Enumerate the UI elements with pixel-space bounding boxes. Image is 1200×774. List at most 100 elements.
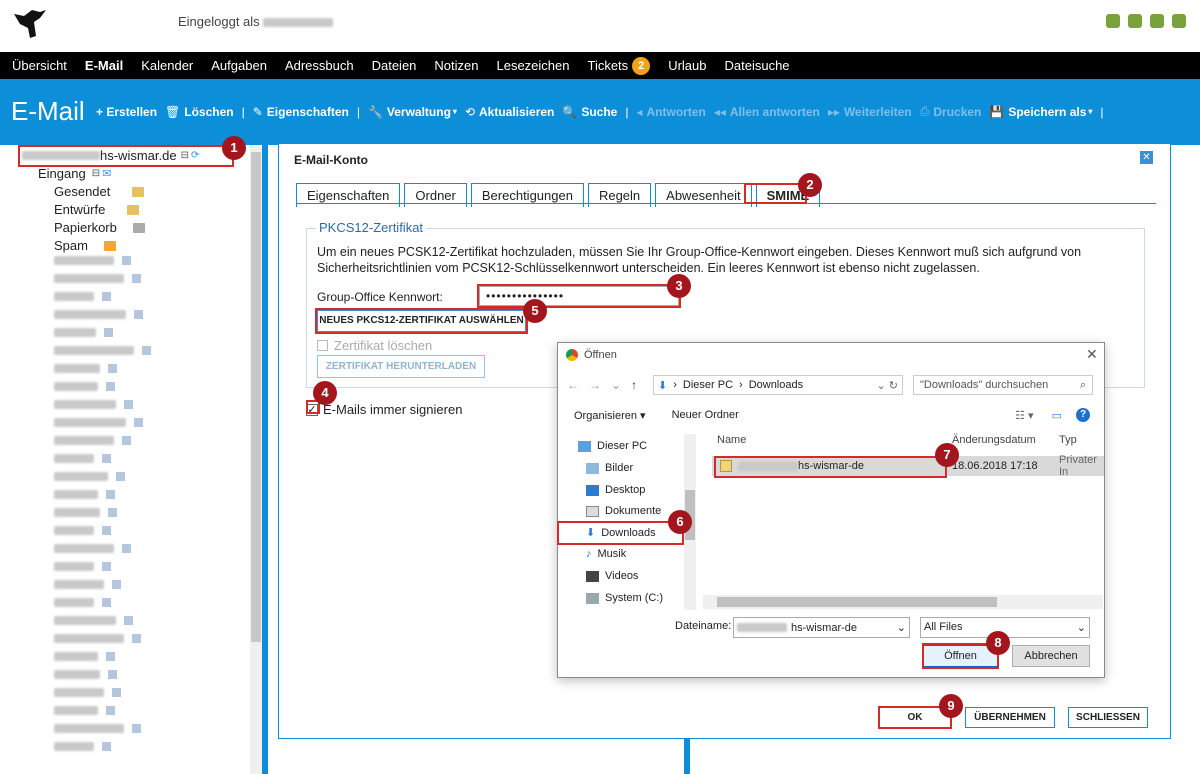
hscrollbar-thumb[interactable] — [717, 597, 997, 607]
tree-item-spam[interactable]: Spam — [54, 238, 116, 253]
tree-item-redacted[interactable] — [54, 652, 115, 661]
tree-item-trash[interactable]: Papierkorb — [54, 220, 145, 235]
properties-button[interactable]: ✎ Eigenschaften — [253, 105, 349, 119]
menu-item-addressbook[interactable]: Adressbuch — [285, 58, 354, 73]
nav-item-system-drive[interactable]: System (C:) — [586, 592, 663, 604]
file-list-hscrollbar[interactable] — [703, 595, 1103, 609]
chevron-down-icon[interactable]: ⌄ — [897, 621, 906, 634]
tree-item-redacted[interactable] — [54, 364, 117, 373]
create-button[interactable]: + Erstellen — [96, 105, 157, 119]
tree-item-redacted[interactable] — [54, 382, 115, 391]
nav-item-this-pc[interactable]: Dieser PC — [578, 440, 647, 452]
tree-item-redacted[interactable] — [54, 580, 121, 589]
address-segment-downloads[interactable]: Downloads — [749, 379, 803, 391]
tree-item-redacted[interactable] — [54, 436, 131, 445]
view-options-icon[interactable]: ☷ ▾ — [1015, 409, 1033, 422]
delete-button[interactable]: 🗑 Löschen — [165, 105, 234, 119]
menu-item-filesearch[interactable]: Dateisuche — [724, 58, 789, 73]
new-folder-button[interactable]: Neuer Ordner — [672, 409, 739, 421]
tree-item-redacted[interactable] — [54, 706, 115, 715]
tree-item-redacted[interactable] — [54, 742, 111, 751]
nav-item-documents[interactable]: Dokumente — [586, 505, 661, 517]
refresh-button[interactable]: ⟲ Aktualisieren — [465, 105, 554, 119]
menu-item-tickets[interactable]: Tickets 2 — [587, 56, 651, 75]
tree-item-redacted[interactable] — [54, 274, 141, 283]
preview-pane-icon[interactable]: ▭ — [1052, 409, 1062, 422]
menu-item-bookmarks[interactable]: Lesezeichen — [496, 58, 569, 73]
nav-item-videos[interactable]: Videos — [586, 570, 638, 582]
nav-item-desktop[interactable]: Desktop — [586, 484, 645, 496]
modules-icon[interactable] — [1150, 14, 1164, 28]
back-arrow-icon[interactable]: ← — [567, 378, 579, 392]
pane-splitter[interactable] — [262, 145, 268, 774]
column-date[interactable]: Änderungsdatum — [952, 434, 1052, 446]
file-row[interactable]: hs-wismar-de 18.06.2018 17:18 Privater I… — [712, 454, 1104, 478]
tree-item-redacted[interactable] — [54, 472, 125, 481]
tree-item-drafts[interactable]: Entwürfe — [54, 202, 140, 217]
account-settings-icon[interactable]: ⊟ — [181, 150, 189, 161]
account-node[interactable]: hs-wismar.de ⊟ ⟳ — [22, 148, 199, 163]
account-icon[interactable] — [1128, 14, 1142, 28]
menu-item-files[interactable]: Dateien — [372, 58, 417, 73]
tree-item-redacted[interactable] — [54, 346, 151, 355]
logout-icon[interactable] — [1172, 14, 1186, 28]
nav-item-downloads[interactable]: ⬇ Downloads — [586, 526, 656, 540]
reply-all-button[interactable]: ◂◂ Allen antworten — [714, 105, 820, 119]
tree-item-redacted[interactable] — [54, 688, 121, 697]
tree-item-redacted[interactable] — [54, 292, 111, 301]
forward-button[interactable]: ▸▸ Weiterleiten — [828, 105, 912, 119]
tree-item-sent[interactable]: Gesendet — [54, 184, 145, 199]
account-sync-icon[interactable]: ⟳ — [191, 150, 199, 161]
password-input[interactable]: ••••••••••••••• — [479, 286, 679, 306]
admin-button[interactable]: 🔧 Verwaltung ▾ — [368, 105, 457, 119]
help-icon[interactable]: ? — [1076, 408, 1090, 422]
save-as-button[interactable]: 💾 Speichern als ▾ — [989, 105, 1092, 119]
chevron-down-icon[interactable]: ⌄ — [611, 378, 621, 392]
menu-item-notes[interactable]: Notizen — [434, 58, 478, 73]
address-bar[interactable]: ⬇ › Dieser PC › Downloads ⌄ ↻ — [653, 375, 903, 395]
inbox-collapse-icon[interactable]: ⊟ — [92, 168, 100, 179]
delete-certificate-checkbox[interactable]: Zertifikat löschen — [317, 338, 432, 353]
tree-item-redacted[interactable] — [54, 634, 141, 643]
tree-item-redacted[interactable] — [54, 724, 141, 733]
print-button[interactable]: ⎙ Drucken — [920, 104, 982, 119]
menu-item-calendar[interactable]: Kalender — [141, 58, 193, 73]
menu-item-overview[interactable]: Übersicht — [12, 58, 67, 73]
download-certificate-button[interactable]: ZERTIFIKAT HERUNTERLADEN — [317, 355, 485, 378]
tree-item-redacted[interactable] — [54, 598, 111, 607]
address-segment-pc[interactable]: Dieser PC — [683, 379, 733, 391]
tree-item-inbox[interactable]: Eingang ⊟ ✉ — [38, 166, 111, 181]
tree-item-redacted[interactable] — [54, 400, 133, 409]
nav-item-pictures[interactable]: Bilder — [586, 462, 633, 474]
select-new-certificate-button[interactable]: NEUES PKCS12-ZERTIFIKAT AUSWÄHLEN — [317, 310, 526, 332]
menu-item-tasks[interactable]: Aufgaben — [211, 58, 267, 73]
nav-item-music[interactable]: ♪ Musik — [586, 548, 626, 560]
file-cancel-button[interactable]: Abbrechen — [1012, 645, 1090, 667]
menu-item-vacation[interactable]: Urlaub — [668, 58, 706, 73]
tree-item-redacted[interactable] — [54, 418, 143, 427]
tree-item-redacted[interactable] — [54, 490, 115, 499]
tree-item-redacted[interactable] — [54, 256, 131, 265]
apply-button[interactable]: ÜBERNEHMEN — [965, 707, 1055, 728]
tree-item-redacted[interactable] — [54, 670, 117, 679]
tree-item-redacted[interactable] — [54, 328, 113, 337]
tree-item-redacted[interactable] — [54, 544, 131, 553]
filename-input[interactable]: hs-wismar-de ⌄ — [733, 617, 910, 638]
column-name[interactable]: Name — [717, 434, 746, 446]
tree-item-redacted[interactable] — [54, 562, 111, 571]
tree-item-redacted[interactable] — [54, 616, 133, 625]
always-sign-checkbox[interactable]: ✓ E-Mails immer signieren — [306, 402, 462, 417]
tree-item-redacted[interactable] — [54, 526, 111, 535]
column-type[interactable]: Typ — [1059, 434, 1077, 446]
refresh-icon[interactable]: ⌄ ↻ — [877, 379, 899, 392]
reply-button[interactable]: ◂ Antworten — [636, 105, 705, 119]
close-icon[interactable]: ✕ — [1086, 346, 1098, 363]
search-button[interactable]: 🔍 Suche — [562, 105, 617, 119]
settings-icon[interactable] — [1106, 14, 1120, 28]
tree-scrollbar-thumb[interactable] — [251, 152, 261, 642]
up-arrow-icon[interactable]: ↑ — [631, 378, 637, 392]
close-icon[interactable]: ✕ — [1140, 151, 1153, 164]
tree-item-redacted[interactable] — [54, 454, 111, 463]
close-button[interactable]: SCHLIESSEN — [1068, 707, 1148, 728]
tree-item-redacted[interactable] — [54, 508, 117, 517]
